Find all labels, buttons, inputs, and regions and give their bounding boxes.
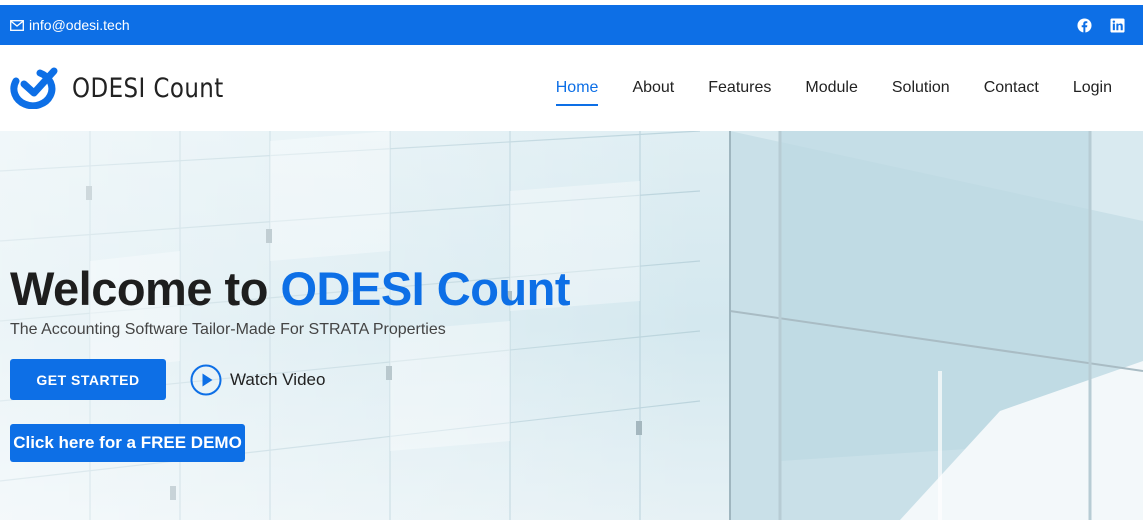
free-demo-button[interactable]: Click here for a FREE DEMO bbox=[10, 424, 245, 462]
hero-title: Welcome to ODESI Count bbox=[10, 261, 571, 316]
odesi-logo-icon bbox=[10, 67, 58, 109]
watch-video-link[interactable]: Watch Video bbox=[190, 364, 325, 396]
social-links bbox=[1077, 17, 1125, 33]
play-icon bbox=[190, 364, 222, 396]
hero-section: Welcome to ODESI Count The Accounting So… bbox=[0, 131, 1143, 520]
nav-item-module[interactable]: Module bbox=[788, 76, 874, 100]
brand-name: ODESI Count bbox=[72, 72, 224, 104]
hero-title-accent: ODESI Count bbox=[280, 262, 571, 315]
site-header: ODESI Count Home About Features Module S… bbox=[0, 45, 1143, 131]
watch-video-label: Watch Video bbox=[230, 370, 326, 389]
mail-icon bbox=[10, 19, 24, 31]
hero-title-prefix: Welcome to bbox=[10, 262, 281, 315]
nav-item-contact[interactable]: Contact bbox=[967, 76, 1056, 100]
email-text: info@odesi.tech bbox=[29, 17, 130, 33]
nav-item-features[interactable]: Features bbox=[691, 76, 788, 100]
brand-logo-link[interactable]: ODESI Count bbox=[10, 67, 250, 109]
hero-subtitle: The Accounting Software Tailor-Made For … bbox=[10, 321, 446, 338]
top-bar: info@odesi.tech bbox=[0, 5, 1143, 45]
nav-item-solution[interactable]: Solution bbox=[875, 76, 967, 100]
nav-item-home[interactable]: Home bbox=[539, 76, 616, 106]
get-started-button[interactable]: GET STARTED bbox=[10, 359, 166, 400]
contact-email[interactable]: info@odesi.tech bbox=[10, 17, 130, 33]
linkedin-icon[interactable] bbox=[1110, 17, 1125, 33]
nav-item-login[interactable]: Login bbox=[1056, 76, 1122, 100]
main-nav: Home About Features Module Solution Cont… bbox=[539, 76, 1122, 106]
facebook-icon[interactable] bbox=[1077, 17, 1092, 33]
nav-item-about[interactable]: About bbox=[615, 76, 691, 100]
